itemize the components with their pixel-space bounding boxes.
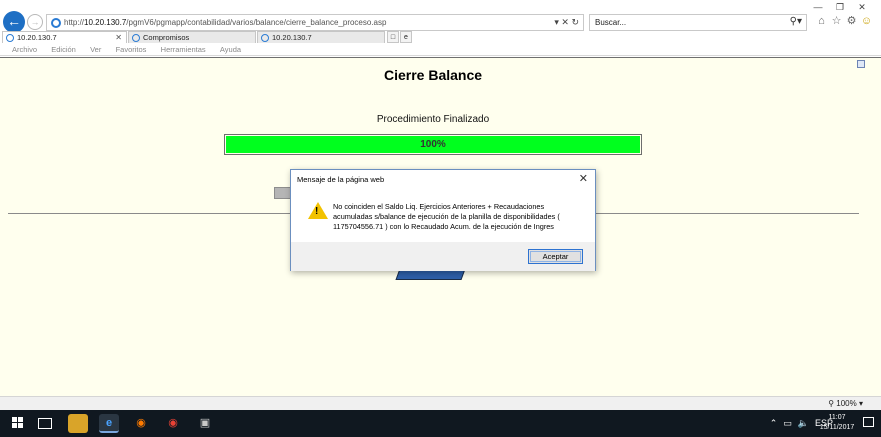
- address-bar-row: ← → http://10.20.130.7/pgmV6/pgmapp/cont…: [0, 0, 881, 33]
- warning-exclamation-icon: !: [315, 206, 319, 217]
- minimize-icon[interactable]: —: [807, 2, 829, 12]
- dialog-message: No coinciden el Saldo Liq. Ejercicios An…: [333, 202, 560, 231]
- tab-label: Compromisos: [143, 33, 190, 42]
- clock-date: 15/11/2017: [819, 424, 855, 431]
- menu-ver[interactable]: Ver: [90, 43, 101, 56]
- search-icon[interactable]: ⚲▾: [790, 16, 802, 27]
- new-tab-button[interactable]: □: [387, 31, 399, 43]
- star-icon[interactable]: ☆: [829, 14, 844, 27]
- url-text: http://10.20.130.7/pgmV6/pgmapp/contabil…: [64, 18, 387, 27]
- folder-app-icon[interactable]: ▣: [195, 414, 215, 433]
- windows-start-icon[interactable]: [12, 417, 24, 429]
- smiley-feedback-icon[interactable]: ☺: [859, 15, 874, 27]
- tab-label: 10.20.130.7: [272, 33, 312, 42]
- internet-explorer-icon[interactable]: e: [99, 414, 119, 433]
- tab-2[interactable]: Compromisos: [128, 31, 256, 43]
- task-view-icon[interactable]: [38, 418, 52, 429]
- clock-time: 11:07: [828, 414, 846, 421]
- search-placeholder: Buscar...: [595, 18, 627, 27]
- notification-icon[interactable]: [863, 417, 874, 427]
- close-tab-icon[interactable]: ✕: [115, 32, 122, 43]
- toolbar-icons: ⌂ ☆ ⚙ ☺: [814, 14, 878, 30]
- menu-archivo[interactable]: Archivo: [12, 43, 37, 56]
- file-explorer-icon[interactable]: [68, 414, 88, 433]
- zoom-value: 100%: [836, 399, 857, 408]
- restore-icon[interactable]: ❐: [829, 2, 851, 13]
- tab-1[interactable]: 10.20.130.7 ✕: [2, 31, 127, 43]
- ie-page-icon: [51, 18, 61, 28]
- forward-button[interactable]: →: [27, 14, 43, 30]
- tab-label: 10.20.130.7: [17, 33, 57, 42]
- progress-bar: 100%: [224, 134, 642, 155]
- menu-bar: Archivo Edición Ver Favoritos Herramient…: [0, 43, 881, 56]
- accept-button[interactable]: Aceptar: [528, 249, 583, 264]
- tab-3[interactable]: 10.20.130.7: [257, 31, 385, 43]
- tray-chevron-icon[interactable]: ⌃: [770, 418, 778, 428]
- address-field[interactable]: http://10.20.130.7/pgmV6/pgmapp/contabil…: [46, 14, 584, 31]
- menu-herramientas[interactable]: Herramientas: [161, 43, 206, 56]
- zoom-level[interactable]: ⚲ 100% ▾: [828, 399, 863, 408]
- ie-tab-icon: [132, 34, 140, 42]
- dialog-footer: Aceptar: [291, 242, 595, 271]
- alert-dialog: Mensaje de la página web ✕ ! No coincide…: [290, 169, 596, 271]
- menu-edicion[interactable]: Edición: [51, 43, 76, 56]
- window-controls: — ❐ ✕: [807, 2, 873, 13]
- taskbar: e ◉ ◉ ▣ ⌃ ▭ 🔈 ESP 11:07 15/11/2017: [0, 410, 881, 437]
- magnifier-icon: ⚲: [828, 399, 835, 408]
- search-input[interactable]: Buscar... ⚲▾: [589, 14, 807, 31]
- back-button[interactable]: ←: [3, 11, 25, 33]
- page-title: Cierre Balance: [383, 67, 483, 83]
- dialog-title: Mensaje de la página web: [297, 175, 385, 184]
- gear-icon[interactable]: ⚙: [844, 14, 859, 27]
- close-window-icon[interactable]: ✕: [851, 2, 873, 13]
- clock[interactable]: 11:07 15/11/2017: [815, 413, 859, 433]
- chrome-icon[interactable]: ◉: [163, 414, 183, 433]
- dialog-close-icon[interactable]: ✕: [579, 172, 588, 185]
- menu-favoritos[interactable]: Favoritos: [116, 43, 147, 56]
- progress-text: 100%: [420, 139, 446, 150]
- url-actions[interactable]: ▾ ✕ ↻: [554, 17, 579, 28]
- volume-icon[interactable]: 🔈: [798, 418, 809, 428]
- ie-tab-icon: [6, 34, 14, 42]
- firefox-icon[interactable]: ◉: [131, 414, 151, 433]
- status-bar: ⚲ 100% ▾: [0, 396, 881, 410]
- network-icon[interactable]: ▭: [783, 418, 792, 428]
- tab-bar: 10.20.130.7 ✕ Compromisos 10.20.130.7 □ …: [0, 31, 881, 43]
- menu-ayuda[interactable]: Ayuda: [220, 43, 241, 56]
- status-label: Procedimiento Finalizado: [376, 114, 490, 125]
- home-icon[interactable]: ⌂: [814, 15, 829, 27]
- ie-tab-icon: [261, 34, 269, 42]
- ie-tab-button[interactable]: e: [400, 31, 412, 43]
